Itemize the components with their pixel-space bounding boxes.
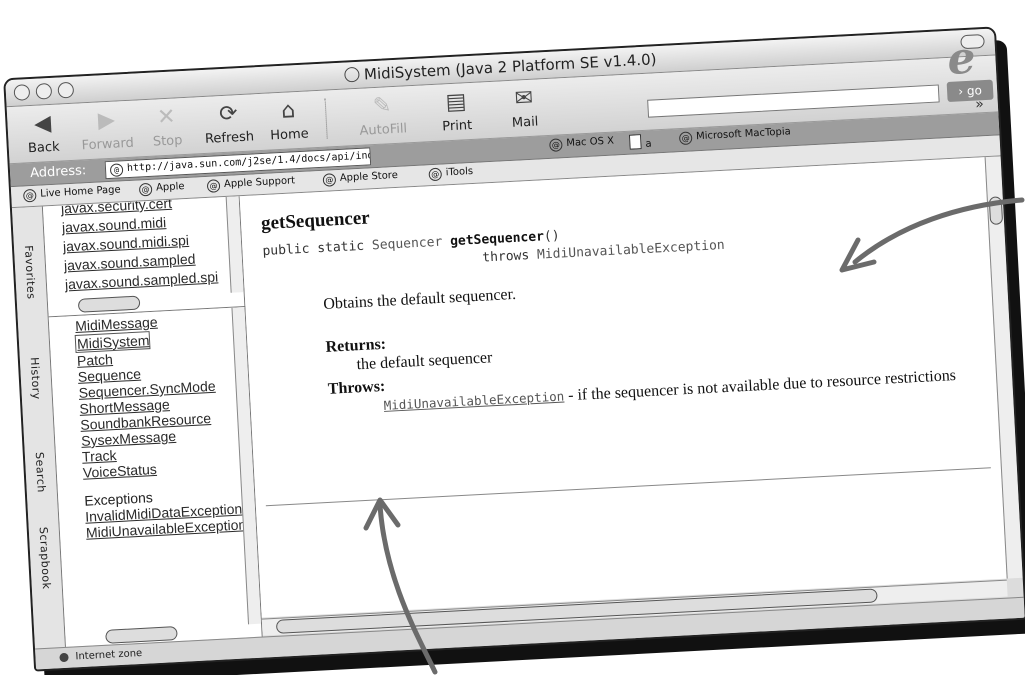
sig-method-name: getSequencer [449, 229, 545, 250]
fav-apple[interactable]: @ Apple [138, 181, 185, 197]
section-divider [265, 467, 991, 507]
back-button[interactable]: ◀ Back [13, 110, 73, 157]
stop-x-icon: ✕ [156, 104, 177, 131]
printer-icon: ▤ [444, 89, 468, 116]
status-zone-text: Internet zone [75, 647, 143, 663]
autofill-label: AutoFill [359, 121, 408, 139]
globe-icon [343, 66, 360, 83]
fav-apple-support[interactable]: @ Apple Support [206, 175, 296, 193]
tab-search[interactable]: Search [33, 452, 48, 493]
fav-label: Apple [155, 181, 185, 194]
mail-envelope-icon: ✉ [514, 85, 534, 112]
print-label: Print [441, 117, 473, 135]
mail-label: Mail [511, 114, 539, 131]
toolbar-separator [324, 98, 328, 139]
content-scroll-thumb[interactable] [988, 196, 1004, 225]
method-heading: getSequencer [260, 207, 371, 235]
method-description: Obtains the default sequencer. [322, 285, 517, 313]
sig-throws-keyword: throws [481, 247, 538, 266]
print-button[interactable]: ▤ Print [426, 88, 486, 135]
stop-label: Stop [152, 133, 183, 150]
tab-scrapbook[interactable]: Scrapbook [37, 527, 53, 590]
package-list: javax.security.cert javax.sound.midi jav… [43, 196, 243, 295]
class-list: MidiMessage MidiSystem Patch Sequence Se… [49, 309, 256, 542]
fav-label: iTools [445, 165, 474, 179]
sig-parens: () [543, 228, 560, 245]
refresh-button[interactable]: ⟳ Refresh [199, 100, 259, 147]
internet-zone-icon [59, 652, 69, 663]
fav-label: Apple Store [339, 169, 399, 184]
mail-button[interactable]: ✉ Mail [494, 85, 554, 132]
at-icon: @ [678, 131, 693, 146]
midi-unavailable-exception-link[interactable]: MidiUnavailableException [537, 238, 725, 263]
class-link-selected[interactable]: MidiSystem [74, 330, 151, 354]
home-label: Home [269, 126, 310, 144]
at-icon: @ [22, 188, 37, 203]
fav-mac-os-x[interactable]: @ Mac OS X [549, 136, 614, 152]
at-icon: @ [138, 182, 153, 197]
tab-favorites[interactable]: Favorites [22, 245, 38, 300]
forward-arrow-icon: ▶ [97, 107, 116, 134]
fav-label: a [645, 138, 652, 150]
fav-label: Live Home Page [39, 184, 121, 200]
fav-microsoft-mactopia[interactable]: @ Microsoft MacTopia [678, 126, 792, 146]
back-arrow-icon: ◀ [33, 110, 52, 137]
class-list-frame: MidiMessage MidiSystem Patch Sequence Se… [48, 307, 263, 648]
autofill-button[interactable]: ✎ AutoFill [347, 92, 419, 140]
returns-section: Returns: the default sequencer [325, 329, 493, 376]
sequencer-type-link[interactable]: Sequencer [372, 235, 443, 254]
page-icon: @ [109, 163, 124, 177]
forward-button[interactable]: ▶ Forward [77, 107, 137, 154]
screenshot-stage: MidiSystem (Java 2 Platform SE v1.4.0) ◀… [0, 0, 1025, 675]
fav-label: Microsoft MacTopia [695, 126, 792, 143]
documentation-frame: getSequencer public static Sequencer get… [239, 157, 1007, 618]
tab-history[interactable]: History [28, 357, 43, 400]
home-button[interactable]: ⌂ Home [259, 97, 319, 144]
fav-label: Mac OS X [566, 135, 615, 150]
at-icon: @ [428, 167, 443, 182]
fav-a[interactable]: a [628, 134, 652, 151]
at-icon: @ [322, 173, 337, 187]
more-toolbar-chevron[interactable]: » [975, 96, 984, 112]
package-horizontal-scroll-thumb[interactable] [77, 295, 141, 313]
back-label: Back [27, 139, 60, 157]
fav-itools[interactable]: @ iTools [428, 165, 474, 182]
sig-modifiers: public static [262, 238, 373, 260]
at-icon: @ [549, 138, 563, 152]
fav-live-home-page[interactable]: @ Live Home Page [22, 184, 121, 203]
refresh-label: Refresh [204, 129, 255, 147]
forward-label: Forward [81, 135, 135, 154]
home-icon: ⌂ [280, 98, 296, 124]
autofill-icon: ✎ [372, 93, 392, 120]
fav-label: Apple Support [223, 175, 296, 190]
refresh-icon: ⟳ [218, 101, 239, 128]
browser-window: MidiSystem (Java 2 Platform SE v1.4.0) ◀… [3, 26, 1025, 672]
quick-url-field[interactable] [647, 84, 940, 118]
fav-apple-store[interactable]: @ Apple Store [322, 169, 399, 187]
stop-button[interactable]: ✕ Stop [137, 103, 197, 150]
at-icon: @ [206, 179, 221, 193]
address-label: Address: [29, 163, 87, 182]
document-icon [628, 134, 642, 150]
internet-explorer-logo: e [946, 32, 977, 85]
package-list-frame: javax.security.cert javax.sound.midi jav… [42, 196, 246, 318]
